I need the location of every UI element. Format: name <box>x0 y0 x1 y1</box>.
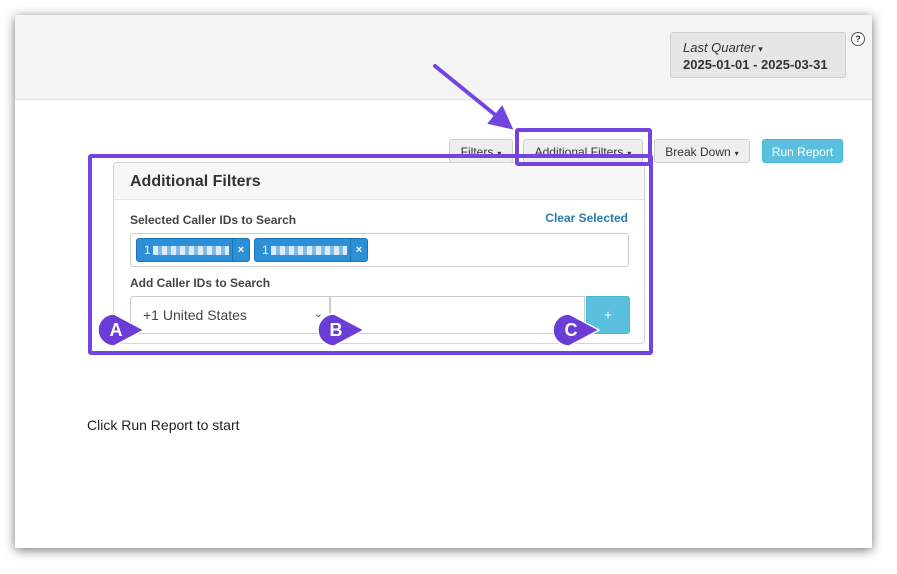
marker-b-label: B <box>329 320 343 340</box>
marker-a-label: A <box>109 320 123 340</box>
marker-c-label: C <box>564 320 578 340</box>
pointer-arrow <box>433 64 514 130</box>
